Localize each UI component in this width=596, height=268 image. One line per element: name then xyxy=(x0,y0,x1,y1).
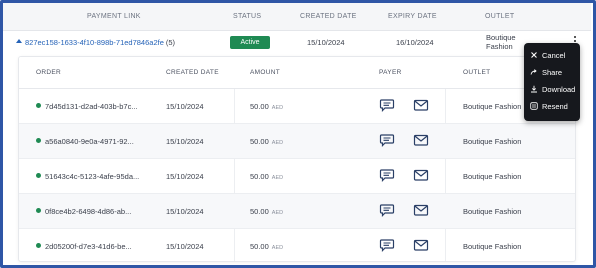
amount-value: 50.00 xyxy=(250,242,269,251)
col-payer: PAYER xyxy=(379,69,402,76)
orders-subtable: ORDER CREATED DATE AMOUNT PAYER OUTLET 7… xyxy=(18,56,576,262)
status-dot-icon xyxy=(36,243,41,248)
order-row[interactable]: 0f8ce4b2-6498-4d86-ab... 15/10/2024 50.00 A… xyxy=(19,194,575,229)
payment-link-id[interactable]: 827ec158-1633-4f10-898b-71ed7846a2fe xyxy=(25,38,164,47)
envelope-icon[interactable] xyxy=(413,132,429,148)
amount-value: 50.00 xyxy=(250,137,269,146)
link-outlet-line2: Fashion xyxy=(486,42,513,51)
order-row[interactable]: a56a0840-9e0a-4971-92... 15/10/2024 50.00 A… xyxy=(19,124,575,159)
order-created-date: 15/10/2024 xyxy=(166,242,204,251)
order-id[interactable]: 2d05200f-d7e3-41d6-be... xyxy=(45,242,132,251)
col-status: STATUS xyxy=(233,13,262,20)
close-icon xyxy=(531,52,537,58)
status-dot-icon xyxy=(36,103,41,108)
amount-currency: AED xyxy=(271,175,284,181)
col-outlet: OUTLET xyxy=(485,13,515,20)
order-id[interactable]: 0f8ce4b2-6498-4d86-ab... xyxy=(45,207,131,216)
chat-bubble-icon[interactable] xyxy=(379,202,395,218)
amount-value: 50.00 xyxy=(250,207,269,216)
menu-label-download: Download xyxy=(542,85,576,94)
order-id[interactable]: 51643c4c-5123-4afe-95da... xyxy=(45,172,139,181)
order-outlet: Boutique Fashion xyxy=(463,207,522,216)
amount-currency: AED xyxy=(271,245,284,251)
link-outlet-line1: Boutique xyxy=(486,33,516,42)
col-order-created-date: CREATED DATE xyxy=(166,69,219,76)
order-created-date: 15/10/2024 xyxy=(166,207,204,216)
order-count: (5) xyxy=(165,38,176,47)
order-outlet: Boutique Fashion xyxy=(463,137,522,146)
row-actions-menu: Cancel Share Download Resend xyxy=(524,43,580,121)
menu-label-cancel: Cancel xyxy=(542,51,566,60)
amount-currency: AED xyxy=(271,105,284,111)
col-amount: AMOUNT xyxy=(250,69,280,76)
chat-bubble-icon[interactable] xyxy=(379,97,395,113)
orders-table-header: ORDER CREATED DATE AMOUNT PAYER OUTLET xyxy=(19,57,575,89)
order-outlet: Boutique Fashion xyxy=(463,102,522,111)
order-amount: 50.00 AED xyxy=(250,207,283,216)
share-icon xyxy=(530,69,537,75)
order-outlet: Boutique Fashion xyxy=(463,242,522,251)
menu-item-resend[interactable]: Resend xyxy=(524,98,580,115)
link-outlet: Boutique Fashion xyxy=(486,33,516,51)
order-row[interactable]: 2d05200f-d7e3-41d6-be... 15/10/2024 50.00 A… xyxy=(19,229,575,261)
chat-bubble-icon[interactable] xyxy=(379,132,395,148)
chat-bubble-icon[interactable] xyxy=(379,167,395,183)
link-expiry-date: 16/10/2024 xyxy=(396,38,434,47)
envelope-icon[interactable] xyxy=(413,202,429,218)
amount-currency: AED xyxy=(271,140,284,146)
link-created-date: 15/10/2024 xyxy=(307,38,345,47)
order-amount: 50.00 AED xyxy=(250,102,283,111)
amount-currency: AED xyxy=(271,210,284,216)
order-created-date: 15/10/2024 xyxy=(166,137,204,146)
amount-value: 50.00 xyxy=(250,172,269,181)
col-payment-link: PAYMENT LINK xyxy=(87,13,141,20)
menu-label-resend: Resend xyxy=(542,102,568,111)
envelope-icon[interactable] xyxy=(413,237,429,253)
download-icon xyxy=(531,85,537,93)
order-amount: 50.00 AED xyxy=(250,172,283,181)
status-dot-icon xyxy=(36,138,41,143)
order-created-date: 15/10/2024 xyxy=(166,172,204,181)
resend-icon xyxy=(530,102,538,110)
menu-label-share: Share xyxy=(542,68,563,77)
collapse-caret-icon[interactable] xyxy=(16,39,22,43)
payment-link[interactable]: 827ec158-1633-4f10-898b-71ed7846a2fe (5) xyxy=(25,38,175,47)
status-dot-icon xyxy=(36,208,41,213)
order-row[interactable]: 51643c4c-5123-4afe-95da... 15/10/2024 50.0… xyxy=(19,159,575,194)
col-order-outlet: OUTLET xyxy=(463,69,491,76)
order-amount: 50.00 AED xyxy=(250,242,283,251)
col-created-date: CREATED DATE xyxy=(300,13,357,20)
order-id[interactable]: 7d45d131-d2ad-403b-b7c... xyxy=(45,102,138,111)
menu-item-cancel[interactable]: Cancel xyxy=(524,47,580,64)
payment-link-row[interactable]: 827ec158-1633-4f10-898b-71ed7846a2fe (5) … xyxy=(3,31,591,55)
col-expiry-date: EXPIRY DATE xyxy=(388,13,437,20)
status-dot-icon xyxy=(36,173,41,178)
chat-bubble-icon[interactable] xyxy=(379,237,395,253)
menu-item-share[interactable]: Share xyxy=(524,64,580,81)
col-order: ORDER xyxy=(36,69,61,76)
amount-value: 50.00 xyxy=(250,102,269,111)
envelope-icon[interactable] xyxy=(413,97,429,113)
order-outlet: Boutique Fashion xyxy=(463,172,522,181)
order-created-date: 15/10/2024 xyxy=(166,102,204,111)
order-row[interactable]: 7d45d131-d2ad-403b-b7c... 15/10/2024 50.00… xyxy=(19,89,575,124)
status-badge: Active xyxy=(230,36,270,49)
menu-item-download[interactable]: Download xyxy=(524,81,580,98)
envelope-icon[interactable] xyxy=(413,167,429,183)
order-id[interactable]: a56a0840-9e0a-4971-92... xyxy=(45,137,134,146)
order-amount: 50.00 AED xyxy=(250,137,283,146)
payment-links-table-header: PAYMENT LINK STATUS CREATED DATE EXPIRY … xyxy=(3,3,591,31)
